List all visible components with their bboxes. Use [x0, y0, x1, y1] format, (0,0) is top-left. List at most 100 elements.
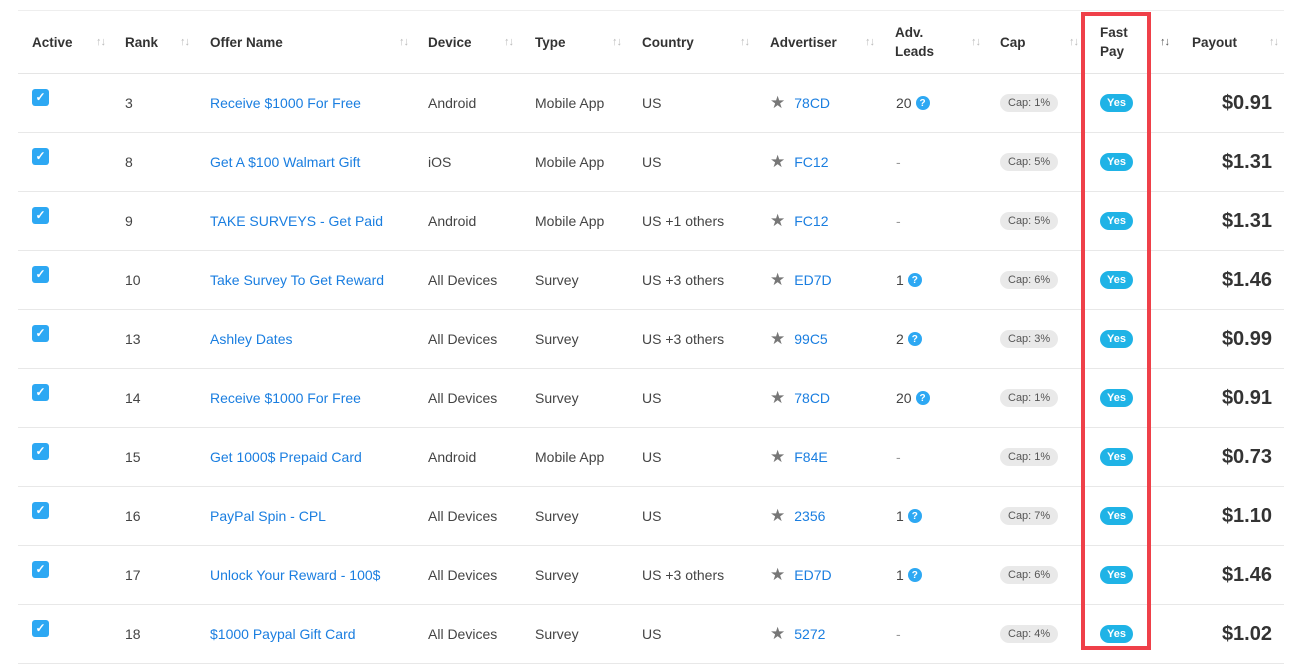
table-row: ✓ 10 Take Survey To Get Reward All Devic…	[18, 251, 1284, 310]
device-cell: iOS	[428, 154, 452, 170]
col-header-adv-leads[interactable]: Adv. Leads	[895, 11, 934, 73]
offer-name-link[interactable]: Get 1000$ Prepaid Card	[210, 428, 362, 486]
table-row: ✓ 15 Get 1000$ Prepaid Card Android Mobi…	[18, 428, 1284, 487]
rank-cell: 16	[125, 508, 141, 524]
fast-pay-cell: Yes	[1100, 428, 1133, 486]
question-circle-icon[interactable]: ?	[915, 391, 930, 405]
col-header-device[interactable]: Device	[428, 11, 472, 73]
advertiser-link[interactable]: 5272	[794, 626, 825, 642]
advertiser-link[interactable]: 78CD	[794, 390, 830, 406]
adv-leads-cell: -	[896, 428, 901, 486]
adv-leads-value: 1	[896, 567, 904, 583]
advertiser-link[interactable]: FC12	[794, 213, 828, 229]
offer-name-link[interactable]: Unlock Your Reward - 100$	[210, 546, 380, 604]
col-header-rank[interactable]: Rank	[125, 11, 158, 73]
sort-payout-icon[interactable]: ↑↓	[1269, 11, 1279, 73]
star-icon[interactable]: ★	[770, 211, 785, 231]
country-cell: US	[642, 154, 662, 170]
col-header-active[interactable]: Active	[32, 11, 73, 73]
country-cell: US +3 others	[642, 272, 725, 288]
offer-name-link[interactable]: Receive $1000 For Free	[210, 74, 361, 132]
star-icon[interactable]: ★	[770, 624, 785, 644]
adv-leads-cell: -	[896, 605, 901, 663]
col-header-payout[interactable]: Payout	[1192, 11, 1237, 73]
active-checkbox[interactable]: ✓	[32, 147, 49, 165]
offer-name-link[interactable]: Get A $100 Walmart Gift	[210, 133, 360, 191]
advertiser-cell: ★ F84E	[770, 428, 828, 486]
advertiser-link[interactable]: ED7D	[794, 272, 831, 288]
active-checkbox[interactable]: ✓	[32, 501, 49, 519]
check-icon: ✓	[35, 267, 46, 281]
star-icon[interactable]: ★	[770, 329, 785, 349]
active-checkbox[interactable]: ✓	[32, 324, 49, 342]
active-checkbox[interactable]: ✓	[32, 442, 49, 460]
sort-country-icon[interactable]: ↑↓	[740, 11, 750, 73]
col-header-offer-name[interactable]: Offer Name	[210, 11, 283, 73]
star-icon[interactable]: ★	[770, 388, 785, 408]
adv-leads-value: -	[896, 449, 901, 465]
col-header-cap[interactable]: Cap	[1000, 11, 1026, 73]
question-circle-icon[interactable]: ?	[915, 96, 930, 110]
star-icon[interactable]: ★	[770, 270, 785, 290]
question-circle-icon[interactable]: ?	[907, 332, 922, 346]
offer-name-link[interactable]: Ashley Dates	[210, 310, 292, 368]
sort-active-icon[interactable]: ↑↓	[96, 11, 106, 73]
offer-name-link[interactable]: $1000 Paypal Gift Card	[210, 605, 356, 663]
col-header-fast-pay[interactable]: Fast Pay	[1100, 11, 1128, 73]
star-icon[interactable]: ★	[770, 565, 785, 585]
active-checkbox[interactable]: ✓	[32, 206, 49, 224]
question-circle-icon[interactable]: ?	[907, 568, 922, 582]
sort-device-icon[interactable]: ↑↓	[504, 11, 514, 73]
offer-name-link[interactable]: TAKE SURVEYS - Get Paid	[210, 192, 383, 250]
active-checkbox[interactable]: ✓	[32, 265, 49, 283]
question-circle-icon[interactable]: ?	[907, 273, 922, 287]
adv-leads-value: 20	[896, 95, 912, 111]
offer-name-link[interactable]: Receive $1000 For Free	[210, 369, 361, 427]
advertiser-link[interactable]: F84E	[794, 449, 827, 465]
advertiser-link[interactable]: FC12	[794, 154, 828, 170]
col-header-country[interactable]: Country	[642, 11, 694, 73]
payout-value: $1.46	[1221, 268, 1272, 291]
payout-value: $1.31	[1221, 150, 1272, 173]
country-cell: US	[642, 449, 662, 465]
device-cell: All Devices	[428, 331, 498, 347]
cap-cell: Cap: 7%	[1000, 487, 1059, 545]
advertiser-link[interactable]: 78CD	[794, 95, 830, 111]
offer-name-link[interactable]: PayPal Spin - CPL	[210, 487, 326, 545]
sort-rank-icon[interactable]: ↑↓	[180, 11, 190, 73]
star-icon[interactable]: ★	[770, 506, 785, 526]
check-icon: ✓	[35, 385, 46, 399]
table-row: ✓ 18 $1000 Paypal Gift Card All Devices …	[18, 605, 1284, 664]
sort-adv-leads-icon[interactable]: ↑↓	[971, 11, 981, 73]
cap-cell: Cap: 5%	[1000, 133, 1059, 191]
sort-type-icon[interactable]: ↑↓	[612, 11, 622, 73]
active-checkbox[interactable]: ✓	[32, 383, 49, 401]
payout-value: $1.46	[1221, 563, 1272, 586]
col-header-type[interactable]: Type	[535, 11, 566, 73]
check-icon: ✓	[35, 149, 46, 163]
question-circle-icon[interactable]: ?	[907, 509, 922, 523]
star-icon[interactable]: ★	[770, 93, 785, 113]
check-icon: ✓	[35, 326, 46, 340]
offer-name-link[interactable]: Take Survey To Get Reward	[210, 251, 384, 309]
table-header: Active ↑↓ Rank ↑↓ Offer Name ↑↓ Device ↑…	[18, 10, 1284, 74]
advertiser-link[interactable]: ED7D	[794, 567, 831, 583]
advertiser-link[interactable]: 99C5	[794, 331, 827, 347]
active-checkbox[interactable]: ✓	[32, 88, 49, 106]
sort-fast-pay-icon[interactable]: ↑↓	[1160, 11, 1170, 73]
sort-advertiser-icon[interactable]: ↑↓	[865, 11, 875, 73]
country-cell: US	[642, 390, 662, 406]
advertiser-link[interactable]: 2356	[794, 508, 825, 524]
star-icon[interactable]: ★	[770, 152, 785, 172]
adv-leads-cell: 1?	[896, 546, 922, 604]
sort-offer-name-icon[interactable]: ↑↓	[399, 11, 409, 73]
country-cell: US +1 others	[642, 213, 725, 229]
star-icon[interactable]: ★	[770, 447, 785, 467]
active-checkbox[interactable]: ✓	[32, 560, 49, 578]
fast-pay-badge: Yes	[1100, 153, 1133, 171]
active-checkbox[interactable]: ✓	[32, 619, 49, 637]
rank-cell: 18	[125, 626, 141, 642]
sort-cap-icon[interactable]: ↑↓	[1069, 11, 1079, 73]
col-header-advertiser[interactable]: Advertiser	[770, 11, 837, 73]
active-cell: ✓	[32, 605, 49, 663]
